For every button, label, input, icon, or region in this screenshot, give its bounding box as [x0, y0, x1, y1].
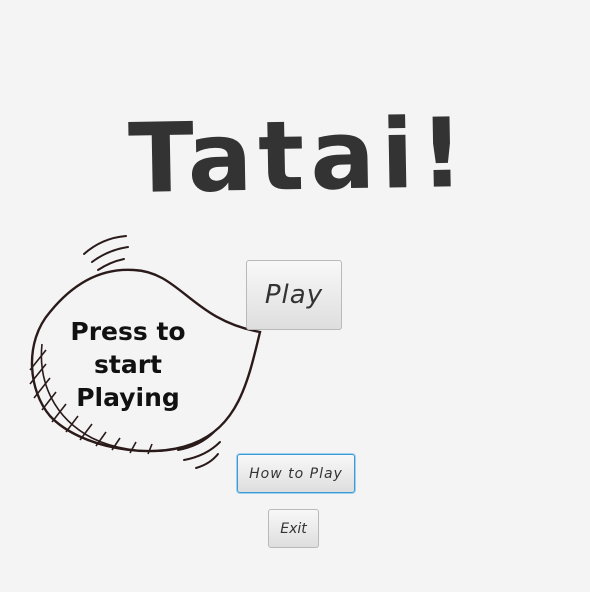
hint-line-2: start [94, 350, 162, 379]
main-menu: Tatai! Press to start Playing Play How t… [0, 0, 590, 592]
hint-line-3: Playing [76, 383, 180, 412]
how-to-play-button[interactable]: How to Play [237, 454, 355, 493]
app-title: Tatai! [127, 97, 471, 215]
hint-line-1: Press to [70, 317, 186, 346]
exit-button[interactable]: Exit [268, 509, 319, 548]
play-button[interactable]: Play [246, 260, 342, 330]
hint-text: Press to start Playing [48, 315, 208, 414]
